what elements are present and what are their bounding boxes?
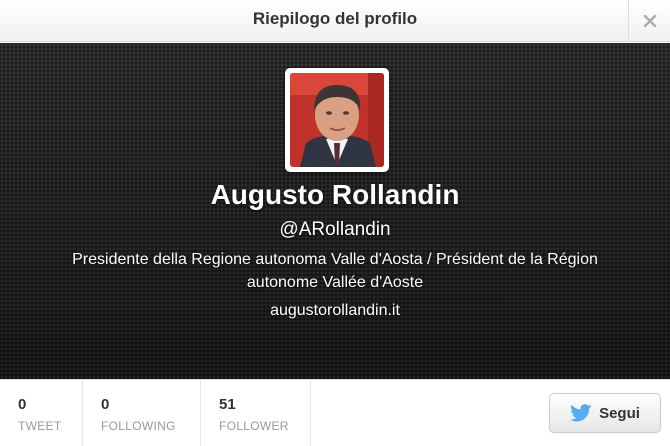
close-button[interactable] xyxy=(628,0,670,42)
stat-tweets-label: TWEET xyxy=(18,419,62,433)
stat-followers-label: FOLLOWER xyxy=(219,419,289,433)
profile-bio: Presidente della Regione autonoma Valle … xyxy=(72,251,598,291)
profile-photo xyxy=(290,73,384,167)
profile-url-link[interactable]: augustorollandin.it xyxy=(0,302,670,320)
stat-tweets-value: 0 xyxy=(18,396,27,413)
stat-following[interactable]: 0 FOLLOWING xyxy=(83,380,201,446)
avatar[interactable] xyxy=(285,68,389,172)
stat-following-label: FOLLOWING xyxy=(101,419,176,433)
profile-name: Augusto Rollandin xyxy=(210,179,460,210)
stat-following-value: 0 xyxy=(101,396,110,413)
follow-button[interactable]: Segui xyxy=(549,393,661,433)
profile-screen-name: @ARollandin xyxy=(279,219,391,240)
dialog-title: Riepilogo del profilo xyxy=(252,9,418,28)
close-x-icon xyxy=(643,14,656,28)
dialog-titlebar: Riepilogo del profilo xyxy=(0,0,670,42)
stat-followers[interactable]: 51 FOLLOWER xyxy=(201,380,311,446)
twitter-bird-icon xyxy=(570,404,592,422)
follow-button-label: Segui xyxy=(599,404,640,422)
profile-header-card: Augusto Rollandin @ARollandin Presidente… xyxy=(0,43,670,379)
stat-followers-value: 51 xyxy=(219,396,236,413)
stat-tweets[interactable]: 0 TWEET xyxy=(0,380,83,446)
profile-summary-dialog: Riepilogo del profilo Augusto Rollandin … xyxy=(0,0,670,446)
